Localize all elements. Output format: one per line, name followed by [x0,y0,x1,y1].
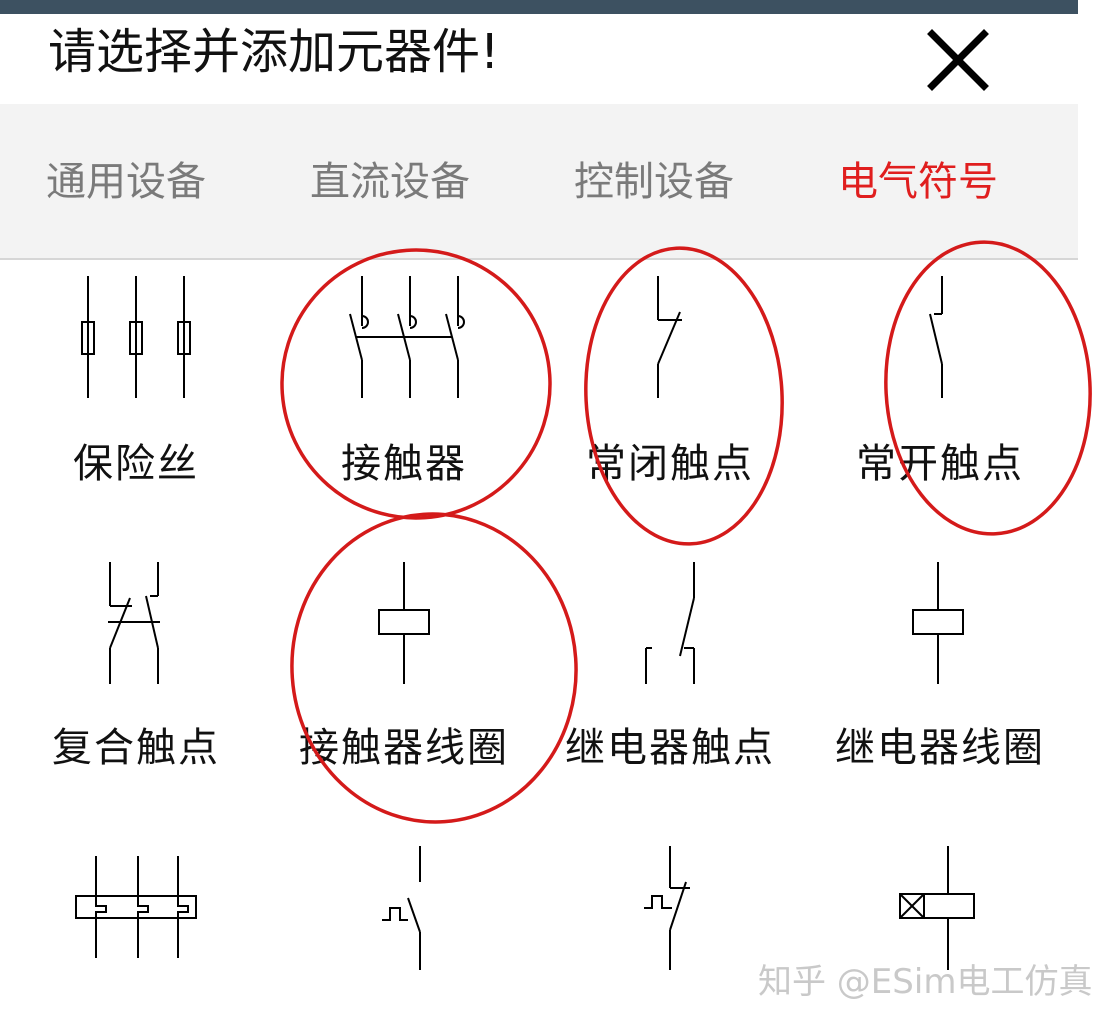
tab-dc-equipment[interactable]: 直流设备 [310,152,470,212]
normally-open-contact-icon [929,276,943,398]
component-label: 常开触点 [856,441,1024,487]
component-label: 保险丝 [73,441,199,487]
tab-electrical-symbols[interactable]: 电气符号 [838,152,998,212]
component-label: 常闭触点 [586,441,754,487]
category-tabs: 通用设备 直流设备 控制设备 电气符号 [0,104,1078,260]
tab-general-equipment[interactable]: 通用设备 [46,152,206,212]
close-icon[interactable] [920,22,996,98]
time-relay-coil-icon [899,846,975,970]
normally-closed-contact-icon [657,276,682,398]
component-label: 继电器触点 [565,725,775,771]
fuse-icon [81,276,191,398]
top-header-bar [0,0,1078,14]
component-label: 复合触点 [52,725,220,771]
delay-break-contact-icon [644,846,690,970]
watermark: 知乎 @ESim电工仿真 [758,962,1093,1002]
delay-contact-icon [382,846,421,970]
relay-contact-icon [645,562,695,684]
component-label: 继电器线圈 [835,725,1045,771]
thermal-overload-relay-icon [75,856,197,958]
tab-control-equipment[interactable]: 控制设备 [574,152,734,212]
annotation-circle-contactor-coil [290,512,578,824]
contactor-icon [349,276,465,398]
compound-contact-icon [108,562,160,684]
relay-coil-icon [912,562,964,684]
component-label: 接触器线圈 [299,725,509,771]
dialog-title: 请选择并添加元器件! [48,24,500,80]
component-label: 接触器 [341,441,467,487]
contactor-coil-icon [378,562,430,684]
